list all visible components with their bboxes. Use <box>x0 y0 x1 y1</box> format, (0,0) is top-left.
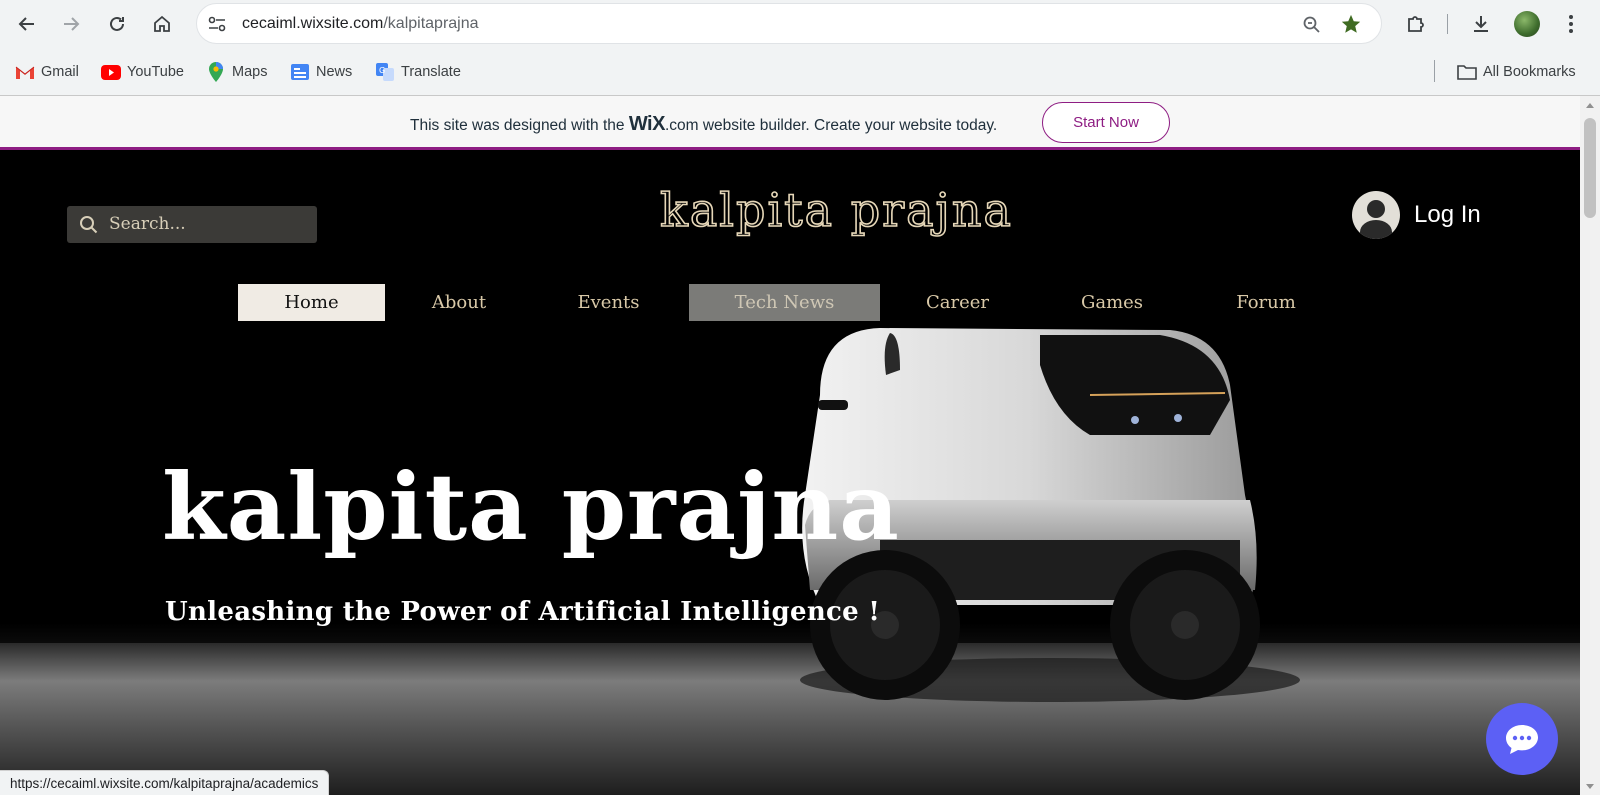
download-icon <box>1474 16 1488 32</box>
back-button[interactable] <box>12 9 42 39</box>
home-button[interactable] <box>147 9 177 39</box>
reload-button[interactable] <box>102 9 132 39</box>
puzzle-icon <box>1408 16 1424 32</box>
profile-button[interactable] <box>1512 9 1542 39</box>
hero-title: kalpita prajna <box>162 453 900 561</box>
page-scrollbar[interactable] <box>1580 96 1600 795</box>
menu-button[interactable] <box>1556 9 1586 39</box>
browser-toolbar: cecaiml.wixsite.com/kalpitaprajna <box>0 0 1600 48</box>
search-input[interactable]: Search... <box>67 206 317 243</box>
nav-forum[interactable]: Forum <box>1189 284 1343 321</box>
chat-button[interactable] <box>1486 703 1558 775</box>
address-bar[interactable]: cecaiml.wixsite.com/kalpitaprajna <box>196 3 1382 44</box>
login-button[interactable]: Log In <box>1352 191 1481 239</box>
downloads-button[interactable] <box>1466 9 1496 39</box>
extensions-button[interactable] <box>1401 9 1431 39</box>
scroll-up-arrow-icon[interactable] <box>1586 103 1594 108</box>
nav-home[interactable]: Home <box>238 284 385 321</box>
bookmarks-divider <box>1434 60 1435 82</box>
wix-promo-banner: This site was designed with the WiX.com … <box>0 96 1580 150</box>
url-text: cecaiml.wixsite.com/kalpitaprajna <box>242 15 479 32</box>
maps-icon <box>206 62 226 82</box>
bookmark-gmail[interactable]: Gmail <box>15 61 79 83</box>
forward-button[interactable] <box>56 9 86 39</box>
all-bookmarks[interactable]: All Bookmarks <box>1457 61 1576 83</box>
scrollbar-thumb[interactable] <box>1584 118 1596 218</box>
nav-about[interactable]: About <box>385 284 533 321</box>
profile-avatar <box>1514 11 1540 37</box>
bookmarks-bar: Gmail YouTube Maps News G Translate All … <box>0 48 1600 96</box>
nav-career[interactable]: Career <box>880 284 1035 321</box>
wix-promo-text: This site was designed with the WiX.com … <box>410 113 998 135</box>
folder-icon <box>1457 62 1477 82</box>
news-icon <box>290 62 310 82</box>
scroll-down-arrow-icon[interactable] <box>1586 784 1594 789</box>
more-vert-icon <box>1569 15 1573 33</box>
gmail-icon <box>15 62 35 82</box>
bookmark-translate[interactable]: G Translate <box>375 61 461 83</box>
arrow-right-icon <box>64 17 80 31</box>
home-icon <box>154 15 170 32</box>
bookmark-star-icon[interactable] <box>1340 13 1362 35</box>
site-info-icon[interactable] <box>207 15 227 33</box>
svg-text:G: G <box>379 66 385 75</box>
zoom-icon[interactable] <box>1302 15 1322 35</box>
nav-events[interactable]: Events <box>533 284 684 321</box>
search-icon <box>80 216 98 234</box>
bookmark-youtube[interactable]: YouTube <box>101 61 184 83</box>
site-logo[interactable]: kalpita prajna <box>659 182 1013 238</box>
user-avatar-icon <box>1352 191 1400 239</box>
translate-icon: G <box>375 62 395 82</box>
hero-subtitle: Unleashing the Power of Artificial Intel… <box>165 597 881 627</box>
chat-bubble-icon <box>1506 725 1538 754</box>
site-page: Search... kalpita prajna Log In Home Abo… <box>0 153 1580 795</box>
bookmark-maps[interactable]: Maps <box>206 61 267 83</box>
toolbar-divider <box>1447 14 1448 34</box>
start-now-button[interactable]: Start Now <box>1042 102 1170 143</box>
nav-tech-news[interactable]: Tech News <box>689 284 880 321</box>
reload-icon <box>110 16 124 31</box>
wix-logo: WiX <box>628 113 666 135</box>
nav-games[interactable]: Games <box>1035 284 1189 321</box>
youtube-icon <box>101 62 121 82</box>
link-status-bar: https://cecaiml.wixsite.com/kalpitaprajn… <box>0 770 330 795</box>
bookmark-news[interactable]: News <box>290 61 352 83</box>
arrow-left-icon <box>18 17 34 31</box>
